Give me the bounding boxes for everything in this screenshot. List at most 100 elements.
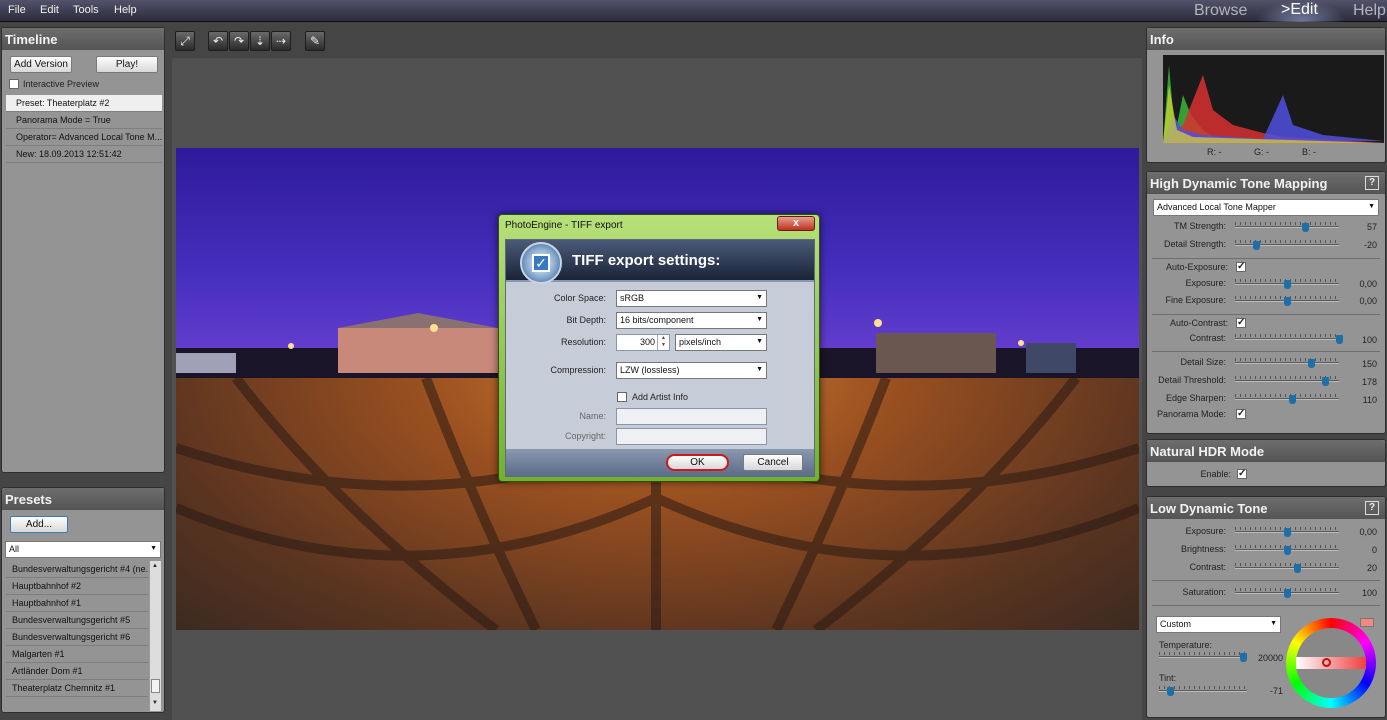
temperature-slider[interactable] xyxy=(1159,652,1247,662)
temperature-value: 20000 xyxy=(1257,653,1283,663)
slider-thumb[interactable] xyxy=(1294,564,1302,573)
detail-size-slider[interactable] xyxy=(1235,358,1339,368)
timeline-item[interactable]: New: 18.09.2013 12:51:42 xyxy=(6,146,162,163)
auto-contrast-label: Auto-Contrast: xyxy=(1169,318,1228,328)
slider-thumb[interactable] xyxy=(1322,377,1330,386)
interactive-preview-checkbox[interactable] xyxy=(9,79,19,89)
dialog-footer: OK Cancel xyxy=(506,449,814,477)
color-wheel[interactable] xyxy=(1286,618,1376,708)
scroll-up-icon[interactable]: ▲ xyxy=(152,563,158,569)
preset-item[interactable]: Artländer Dom #1 xyxy=(6,663,148,680)
panorama-mode-checkbox[interactable] xyxy=(1236,408,1246,419)
saturation-slider[interactable] xyxy=(1235,588,1339,598)
slider-thumb[interactable] xyxy=(1301,223,1309,232)
resolution-unit-select[interactable]: pixels/inch xyxy=(675,334,767,351)
presets-title: Presets xyxy=(2,488,164,510)
detail-threshold-label: Detail Threshold: xyxy=(1158,375,1226,385)
resolution-spinner-icon[interactable]: ▲ ▼ xyxy=(657,335,669,350)
green-readout: G: - xyxy=(1254,147,1269,157)
slider-thumb[interactable] xyxy=(1284,546,1291,555)
presets-scrollbar[interactable]: ▲ ▼ xyxy=(149,561,161,711)
auto-exposure-checkbox[interactable] xyxy=(1236,261,1246,272)
rotate-right-icon[interactable]: ↷ xyxy=(229,31,249,51)
menu-help[interactable]: Help xyxy=(114,4,137,16)
slider-thumb[interactable] xyxy=(1239,653,1247,662)
menu-file[interactable]: File xyxy=(8,4,26,16)
timeline-item[interactable]: Preset: Theaterplatz #2 xyxy=(6,95,162,112)
preset-item[interactable]: Malgarten #1 xyxy=(6,646,148,663)
color-swatch[interactable] xyxy=(1360,618,1374,627)
flip-vertical-icon[interactable]: ⇣ xyxy=(250,31,270,51)
timeline-item[interactable]: Operator= Advanced Local Tone M... xyxy=(6,129,162,146)
fine-exposure-label: Fine Exposure: xyxy=(1165,295,1226,305)
preset-item[interactable]: Hauptbahnhof #1 xyxy=(6,595,148,612)
menu-tools[interactable]: Tools xyxy=(73,4,99,16)
ldt-contrast-slider[interactable] xyxy=(1235,563,1339,573)
menu-edit[interactable]: Edit xyxy=(40,4,59,16)
slider-thumb[interactable] xyxy=(1252,241,1260,250)
presets-scroll-thumb[interactable] xyxy=(151,679,160,693)
add-preset-button[interactable]: Add... xyxy=(10,516,68,533)
slider-thumb[interactable] xyxy=(1289,395,1297,404)
slider-thumb[interactable] xyxy=(1284,280,1291,289)
ldt-title: Low Dynamic Tone xyxy=(1147,497,1385,519)
detail-size-value: 150 xyxy=(1361,359,1377,369)
auto-contrast-checkbox[interactable] xyxy=(1236,317,1246,328)
white-balance-select[interactable]: Custom xyxy=(1156,616,1281,633)
mode-help-tab[interactable]: Help xyxy=(1353,2,1386,20)
slider-thumb[interactable] xyxy=(1284,528,1291,537)
tm-strength-label: TM Strength: xyxy=(1173,221,1226,231)
preset-item[interactable]: Bundesverwaltungsgericht #4 (ne... xyxy=(6,561,148,578)
add-version-button[interactable]: Add Version xyxy=(10,56,72,73)
slider-thumb[interactable] xyxy=(1166,687,1174,696)
contrast-slider[interactable] xyxy=(1235,334,1343,344)
preset-item[interactable]: Theaterplatz Chemnitz #1 xyxy=(6,680,148,697)
scroll-down-icon[interactable]: ▼ xyxy=(152,700,158,706)
slider-thumb[interactable] xyxy=(1336,335,1343,344)
compression-select[interactable]: LZW (lossless) xyxy=(616,362,767,379)
ldt-help-button[interactable]: ? xyxy=(1365,501,1379,515)
flip-horizontal-icon[interactable]: ⇢ xyxy=(271,31,291,51)
preset-filter-select[interactable]: All xyxy=(5,541,161,558)
hdr-help-button[interactable]: ? xyxy=(1365,176,1379,190)
color-space-select[interactable]: sRGB xyxy=(616,290,767,307)
eyedropper-icon[interactable]: ✎ xyxy=(305,31,325,51)
ok-button[interactable]: OK xyxy=(666,454,729,471)
add-artist-checkbox[interactable] xyxy=(617,392,627,402)
cancel-button[interactable]: Cancel xyxy=(743,454,803,471)
detail-threshold-slider[interactable] xyxy=(1235,376,1339,386)
rotate-left-icon[interactable]: ↶ xyxy=(208,31,228,51)
divider xyxy=(1152,605,1380,606)
fine-exposure-slider[interactable] xyxy=(1235,296,1339,306)
exposure-slider[interactable] xyxy=(1235,279,1339,289)
natural-enable-checkbox[interactable] xyxy=(1237,468,1247,479)
mode-browse-tab[interactable]: Browse xyxy=(1194,2,1247,20)
play-button[interactable]: Play! xyxy=(96,56,158,73)
detail-threshold-value: 178 xyxy=(1361,377,1377,387)
fit-screen-icon[interactable]: ⤢ xyxy=(175,31,195,51)
edge-sharpen-slider[interactable] xyxy=(1235,394,1339,404)
tm-strength-slider[interactable] xyxy=(1235,222,1339,232)
brightness-value: 0 xyxy=(1371,545,1377,555)
bit-depth-label: Bit Depth: xyxy=(566,315,606,325)
slider-thumb[interactable] xyxy=(1284,297,1291,306)
slider-thumb[interactable] xyxy=(1307,359,1315,368)
detail-strength-slider[interactable] xyxy=(1235,240,1339,250)
preset-item[interactable]: Bundesverwaltungsgericht #6 xyxy=(6,629,148,646)
tone-mapper-select[interactable]: Advanced Local Tone Mapper xyxy=(1153,199,1379,216)
panorama-mode-label: Panorama Mode: xyxy=(1156,409,1226,419)
preset-item[interactable]: Hauptbahnhof #2 xyxy=(6,578,148,595)
detail-size-label: Detail Size: xyxy=(1180,357,1226,367)
color-wheel-marker[interactable] xyxy=(1322,658,1331,667)
artist-name-input[interactable] xyxy=(616,408,767,425)
tint-slider[interactable] xyxy=(1159,686,1247,696)
timeline-item[interactable]: Panorama Mode = True xyxy=(6,112,162,129)
ldt-exposure-slider[interactable] xyxy=(1235,527,1339,537)
slider-thumb[interactable] xyxy=(1284,589,1291,598)
mode-edit-tab[interactable]: >Edit xyxy=(1281,1,1318,19)
preset-item[interactable]: Bundesverwaltungsgericht #5 xyxy=(6,612,148,629)
dialog-close-button[interactable]: x xyxy=(777,216,815,231)
brightness-slider[interactable] xyxy=(1235,545,1339,555)
copyright-input[interactable] xyxy=(616,428,767,445)
bit-depth-select[interactable]: 16 bits/component xyxy=(616,312,767,329)
